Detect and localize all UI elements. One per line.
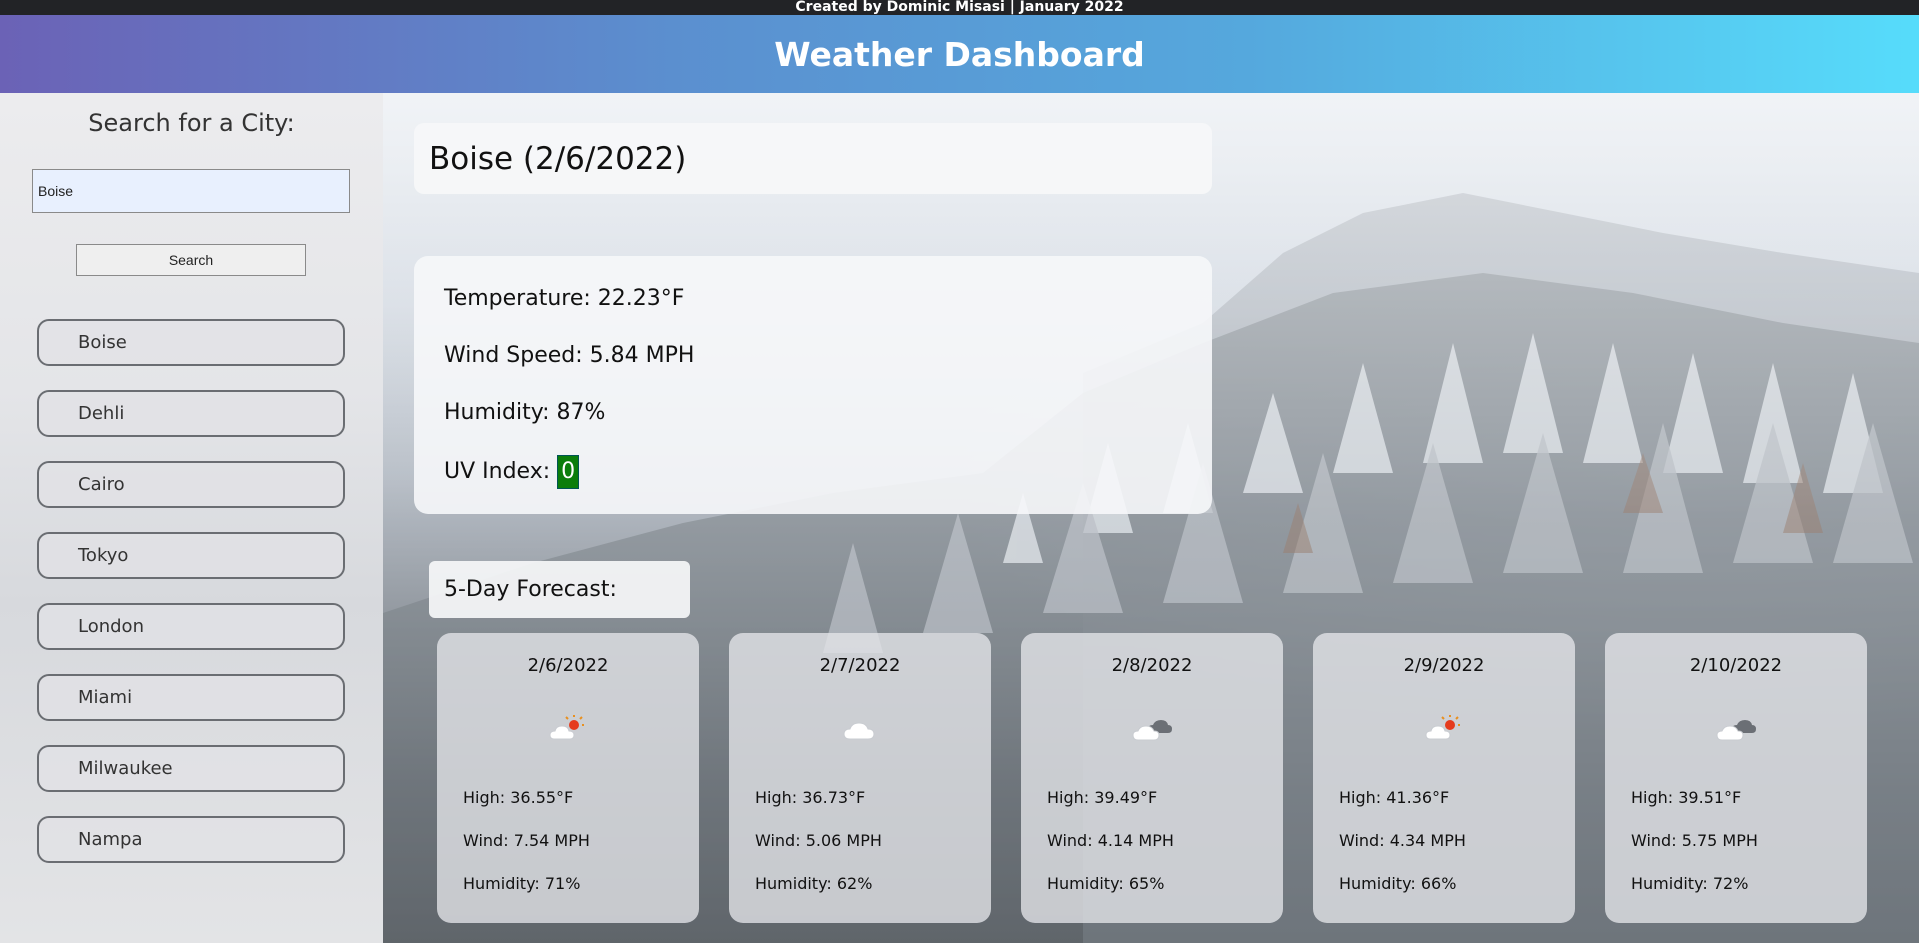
forecast-high: High: 36.55°F [463, 788, 574, 807]
forecast-humidity: Humidity: 72% [1631, 874, 1749, 893]
broken-clouds-icon [1021, 713, 1283, 745]
cloud-icon [729, 713, 991, 745]
forecast-wind: Wind: 7.54 MPH [463, 831, 590, 850]
main-content: Boise (2/6/2022) Temperature: 22.23°F Wi… [383, 93, 1919, 943]
city-history-button[interactable]: Dehli [37, 390, 345, 437]
forecast-wind: Wind: 5.75 MPH [1631, 831, 1758, 850]
cloud-sun-icon [1313, 713, 1575, 745]
city-history-button[interactable]: Boise [37, 319, 345, 366]
app-header: Weather Dashboard [0, 15, 1919, 93]
broken-clouds-icon [1605, 713, 1867, 745]
current-wind-speed: Wind Speed: 5.84 MPH [444, 343, 695, 368]
forecast-date: 2/10/2022 [1689, 655, 1783, 676]
city-history-button[interactable]: Miami [37, 674, 345, 721]
current-weather-panel: Temperature: 22.23°F Wind Speed: 5.84 MP… [414, 256, 1212, 514]
current-humidity: Humidity: 87% [444, 400, 606, 425]
city-search-input[interactable] [32, 169, 350, 213]
city-history-button[interactable]: Nampa [37, 816, 345, 863]
uv-index-badge: 0 [557, 455, 580, 489]
current-temperature: Temperature: 22.23°F [444, 286, 685, 311]
forecast-card: 2/9/2022 High: 41.36°F Wind: 4.34 MPH Hu… [1313, 633, 1575, 923]
cloud-sun-icon [437, 713, 699, 745]
forecast-card: 2/8/2022 High: 39.49°F Wind: 4.14 MPH Hu… [1021, 633, 1283, 923]
forecast-card: 2/6/2022 High: 36.55°F Wind: 7.54 MPH Hu… [437, 633, 699, 923]
forecast-wind: Wind: 5.06 MPH [755, 831, 882, 850]
current-city-heading: Boise (2/6/2022) [429, 140, 687, 177]
forecast-title: 5-Day Forecast: [429, 561, 690, 618]
city-history-button[interactable]: London [37, 603, 345, 650]
forecast-humidity: Humidity: 65% [1047, 874, 1165, 893]
uv-index-label: UV Index: [444, 459, 551, 484]
city-history-button[interactable]: Cairo [37, 461, 345, 508]
app-title: Weather Dashboard [774, 34, 1145, 74]
forecast-wind: Wind: 4.14 MPH [1047, 831, 1174, 850]
forecast-date: 2/8/2022 [1111, 655, 1193, 676]
forecast-date: 2/9/2022 [1403, 655, 1485, 676]
search-history-list: Boise Dehli Cairo Tokyo London Miami Mil… [37, 319, 345, 887]
city-history-button[interactable]: Milwaukee [37, 745, 345, 792]
forecast-wind: Wind: 4.34 MPH [1339, 831, 1466, 850]
credit-bar: Created by Dominic Misasi | January 2022 [0, 0, 1919, 15]
forecast-humidity: Humidity: 66% [1339, 874, 1457, 893]
forecast-date: 2/7/2022 [819, 655, 901, 676]
forecast-high: High: 39.51°F [1631, 788, 1742, 807]
forecast-high: High: 39.49°F [1047, 788, 1158, 807]
forecast-card: 2/10/2022 High: 39.51°F Wind: 5.75 MPH H… [1605, 633, 1867, 923]
forecast-humidity: Humidity: 71% [463, 874, 581, 893]
forecast-humidity: Humidity: 62% [755, 874, 873, 893]
forecast-high: High: 41.36°F [1339, 788, 1450, 807]
forecast-high: High: 36.73°F [755, 788, 866, 807]
sidebar: Search for a City: Search Boise Dehli Ca… [0, 93, 383, 943]
search-heading: Search for a City: [88, 109, 295, 137]
forecast-date: 2/6/2022 [527, 655, 609, 676]
current-city-panel: Boise (2/6/2022) [414, 123, 1212, 194]
forecast-card: 2/7/2022 High: 36.73°F Wind: 5.06 MPH Hu… [729, 633, 991, 923]
search-button[interactable]: Search [76, 244, 306, 276]
city-history-button[interactable]: Tokyo [37, 532, 345, 579]
current-uv-index: UV Index: 0 [444, 455, 1212, 512]
